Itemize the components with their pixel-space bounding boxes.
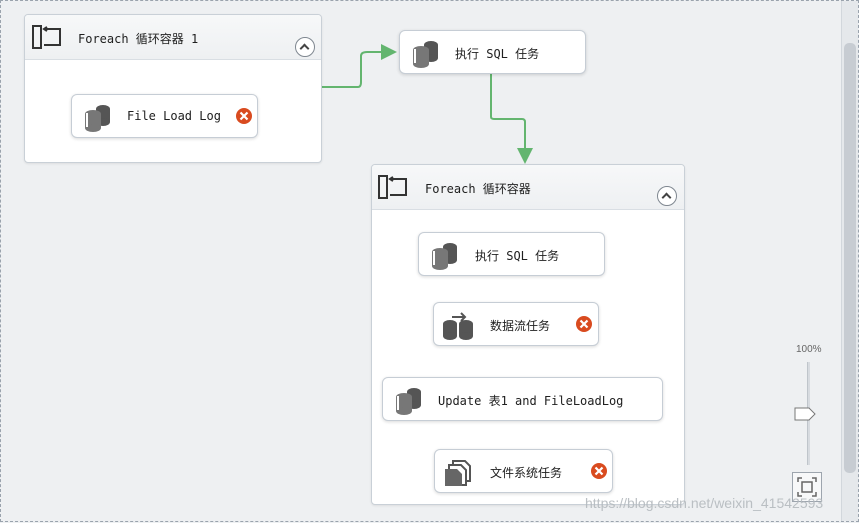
foreach-loop-icon	[378, 175, 407, 199]
foreach-loop-icon	[32, 25, 61, 49]
task-file-load-log[interactable]: File Load Log	[71, 94, 258, 138]
task-update-table[interactable]: Update 表1 and FileLoadLog	[382, 377, 663, 421]
error-icon	[236, 108, 252, 124]
foreach-container-1[interactable]: Foreach 循环容器 1	[24, 14, 322, 163]
zoom-slider-thumb[interactable]	[794, 407, 816, 421]
task-execute-sql-inner[interactable]: 执行 SQL 任务	[418, 232, 605, 276]
scrollbar-thumb[interactable]	[844, 43, 856, 473]
task-execute-sql-top[interactable]: 执行 SQL 任务	[399, 30, 586, 74]
task-label: File Load Log	[127, 109, 221, 123]
sql-task-icon	[85, 105, 110, 132]
task-file-system[interactable]: 文件系统任务	[434, 449, 613, 493]
collapse-button[interactable]	[295, 37, 315, 57]
error-icon	[591, 463, 607, 479]
file-system-icon	[445, 460, 471, 486]
task-label: Update 表1 and FileLoadLog	[438, 394, 624, 408]
data-flow-icon	[443, 312, 473, 340]
sql-task-icon	[396, 388, 421, 415]
task-label: 执行 SQL 任务	[455, 47, 540, 61]
watermark-url: https://blog.csdn.net/weixin_41542593	[585, 495, 824, 511]
task-label: 执行 SQL 任务	[475, 249, 560, 263]
designer-canvas[interactable]: Foreach 循环容器 1 File Load Log 执行 SQL 任务 F…	[0, 0, 859, 522]
sql-task-icon	[432, 243, 457, 270]
task-label: 数据流任务	[490, 319, 551, 333]
container-title: Foreach 循环容器	[425, 182, 531, 196]
task-label: 文件系统任务	[490, 466, 563, 480]
connector-sql-to-foreach2[interactable]	[490, 73, 533, 164]
zoom-control: 100%	[787, 344, 829, 504]
zoom-level-label: 100%	[796, 344, 822, 355]
connector-foreach1-to-sql[interactable]	[321, 44, 397, 88]
task-data-flow[interactable]: 数据流任务	[433, 302, 599, 346]
vertical-scrollbar[interactable]	[841, 1, 858, 521]
error-icon	[576, 316, 592, 332]
container-title: Foreach 循环容器 1	[78, 32, 199, 46]
collapse-button[interactable]	[657, 186, 677, 206]
sql-task-icon	[413, 41, 438, 68]
